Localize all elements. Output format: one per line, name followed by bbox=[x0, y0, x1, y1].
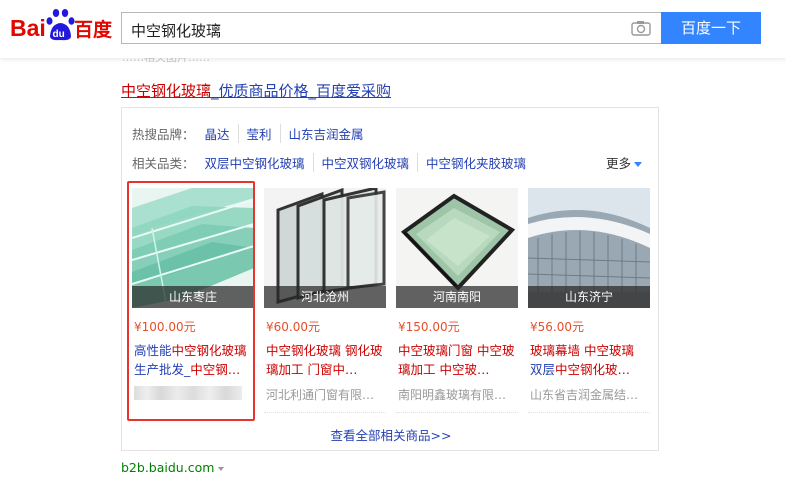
location-label: 河南南阳 bbox=[396, 286, 518, 308]
camera-icon[interactable] bbox=[631, 20, 651, 36]
logo-bai: Bai bbox=[10, 15, 46, 41]
name-part: 双层 bbox=[530, 362, 556, 377]
result-title-link[interactable]: 中空钢化玻璃_优质商品价格_百度爱采购 bbox=[121, 80, 391, 101]
name-part-highlight: 中空玻璃 bbox=[583, 343, 634, 358]
result-title-keyword: 中空钢化玻璃 bbox=[121, 82, 212, 100]
baidu-logo[interactable]: Bai du 百度 bbox=[10, 8, 114, 44]
selected-product-highlight bbox=[127, 181, 255, 421]
product-name-link[interactable]: 中空钢化玻璃 钢化玻璃加工 门窗中… bbox=[266, 341, 386, 379]
result-title-rest: _优质商品价格_百度爱采购 bbox=[211, 82, 392, 100]
name-part-highlight: 中空钢化玻… bbox=[555, 362, 631, 377]
location-label: 山东济宁 bbox=[528, 286, 650, 308]
name-part-highlight: 玻璃幕墙 bbox=[530, 343, 584, 358]
category-link-2[interactable]: 中空双钢化玻璃 bbox=[312, 153, 418, 172]
categories-row: 相关品类： 双层中空钢化玻璃 中空双钢化玻璃 中空钢化夹胶玻璃 bbox=[132, 153, 534, 172]
categories-label: 相关品类： bbox=[132, 156, 195, 171]
company-name: 河北利通门窗有限… bbox=[266, 388, 375, 402]
company-name: 南阳明鑫玻璃有限… bbox=[398, 388, 507, 402]
dropdown-arrow-icon bbox=[634, 162, 642, 167]
location-label: 河北沧州 bbox=[264, 286, 386, 308]
divider bbox=[396, 412, 518, 413]
price: ¥150.00元 bbox=[398, 320, 460, 334]
more-label: 更多 bbox=[605, 156, 631, 171]
more-dropdown[interactable]: 更多 bbox=[606, 153, 642, 172]
product-item[interactable]: 山东济宁 ¥56.00元 玻璃幕墙 中空玻璃 双层中空钢化玻… 山东省吉润金属结… bbox=[528, 188, 650, 418]
paw-icon: du bbox=[46, 9, 75, 41]
product-item[interactable]: 河北沧州 ¥60.00元 中空钢化玻璃 钢化玻璃加工 门窗中… 河北利通门窗有限… bbox=[264, 188, 386, 418]
search-input-value: 中空钢化玻璃 bbox=[131, 22, 222, 40]
brand-link-3[interactable]: 山东吉润金属 bbox=[279, 124, 372, 143]
price: ¥56.00元 bbox=[530, 320, 584, 334]
divider bbox=[528, 412, 650, 413]
view-all-link[interactable]: 查看全部相关商品>> bbox=[122, 425, 660, 444]
source-url-text: b2b.baidu.com bbox=[121, 460, 215, 475]
search-input[interactable]: 中空钢化玻璃 bbox=[121, 12, 661, 44]
category-link-1[interactable]: 双层中空钢化玻璃 bbox=[205, 153, 313, 172]
logo-du: du bbox=[53, 29, 65, 40]
logo-chinese: 百度 bbox=[74, 18, 113, 41]
product-image[interactable]: 山东济宁 bbox=[528, 188, 650, 308]
product-image[interactable]: 河北沧州 bbox=[264, 188, 386, 308]
price: ¥60.00元 bbox=[266, 320, 320, 334]
product-image[interactable]: 河南南阳 bbox=[396, 188, 518, 308]
company-name: 山东省吉润金属结… bbox=[530, 388, 639, 402]
search-button[interactable]: 百度一下 bbox=[661, 12, 761, 44]
top-bar: Bai du 百度 中空钢化玻璃 百度一下 bbox=[0, 0, 786, 58]
category-link-3[interactable]: 中空钢化夹胶玻璃 bbox=[417, 153, 534, 172]
brand-link-2[interactable]: 莹利 bbox=[237, 124, 280, 143]
url-dropdown-icon[interactable] bbox=[218, 466, 225, 471]
name-part-highlight: 中空玻璃门窗 中空玻璃加工 中空玻… bbox=[398, 343, 515, 377]
hot-brands-row: 热搜品牌： 晶达 莹利 山东吉润金属 bbox=[132, 124, 372, 143]
hot-brands-label: 热搜品牌： bbox=[132, 127, 195, 142]
brand-link-1[interactable]: 晶达 bbox=[205, 124, 238, 143]
product-name-link[interactable]: 中空玻璃门窗 中空玻璃加工 中空玻… bbox=[398, 341, 518, 379]
product-name-link[interactable]: 玻璃幕墙 中空玻璃 双层中空钢化玻… bbox=[530, 341, 650, 379]
source-url[interactable]: b2b.baidu.com bbox=[121, 460, 225, 475]
product-item[interactable]: 河南南阳 ¥150.00元 中空玻璃门窗 中空玻璃加工 中空玻… 南阳明鑫玻璃有… bbox=[396, 188, 518, 418]
name-part-highlight: 中空钢化玻璃 钢化玻璃加工 门窗中… bbox=[266, 343, 383, 377]
divider bbox=[264, 412, 386, 413]
